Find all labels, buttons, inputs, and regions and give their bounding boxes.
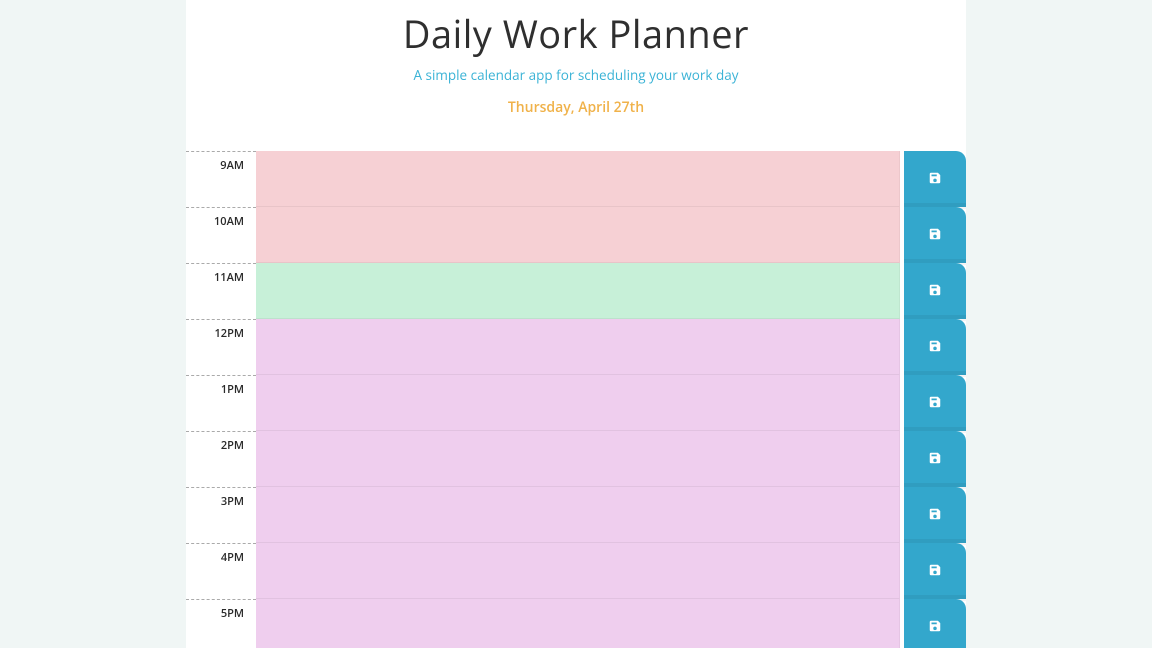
task-input[interactable] [256,151,899,206]
time-block-row: 2PM [186,431,966,487]
save-button[interactable] [904,263,966,319]
hour-label: 1PM [186,375,256,431]
task-cell[interactable] [256,543,900,599]
task-input[interactable] [256,207,899,262]
task-cell[interactable] [256,319,900,375]
save-button[interactable] [904,431,966,487]
page-title: Daily Work Planner [186,8,966,60]
task-input[interactable] [256,487,899,542]
current-date: Thursday, April 27th [186,98,966,117]
hour-label: 10AM [186,207,256,263]
time-block-row: 11AM [186,263,966,319]
hour-label: 3PM [186,487,256,543]
save-icon [928,560,942,582]
task-input[interactable] [256,543,899,598]
save-icon [928,448,942,470]
hour-label: 12PM [186,319,256,375]
save-icon [928,168,942,190]
time-block-row: 5PM [186,599,966,648]
task-cell[interactable] [256,151,900,207]
save-button[interactable] [904,151,966,207]
time-block-row: 12PM [186,319,966,375]
hour-label: 11AM [186,263,256,319]
task-input[interactable] [256,263,899,318]
hour-label: 4PM [186,543,256,599]
time-block-list: 9AM 10AM 11AM [186,151,966,648]
save-icon [928,280,942,302]
time-block-row: 9AM [186,151,966,207]
save-icon [928,504,942,526]
task-cell[interactable] [256,375,900,431]
save-icon [928,392,942,414]
time-block-row: 4PM [186,543,966,599]
save-button[interactable] [904,543,966,599]
hour-label: 9AM [186,151,256,207]
save-icon [928,224,942,246]
page-subtitle: A simple calendar app for scheduling you… [186,66,966,84]
save-icon [928,336,942,358]
task-cell[interactable] [256,599,900,648]
task-cell[interactable] [256,487,900,543]
save-button[interactable] [904,375,966,431]
task-input[interactable] [256,431,899,486]
task-cell[interactable] [256,431,900,487]
save-icon [928,616,942,638]
save-button[interactable] [904,319,966,375]
save-button[interactable] [904,487,966,543]
header: Daily Work Planner A simple calendar app… [186,8,966,117]
task-input[interactable] [256,375,899,430]
time-block-row: 3PM [186,487,966,543]
save-button[interactable] [904,599,966,648]
task-input[interactable] [256,599,899,648]
time-block-row: 10AM [186,207,966,263]
task-cell[interactable] [256,207,900,263]
save-button[interactable] [904,207,966,263]
task-input[interactable] [256,319,899,374]
time-block-row: 1PM [186,375,966,431]
hour-label: 5PM [186,599,256,648]
task-cell[interactable] [256,263,900,319]
planner-page: Daily Work Planner A simple calendar app… [186,0,966,648]
hour-label: 2PM [186,431,256,487]
